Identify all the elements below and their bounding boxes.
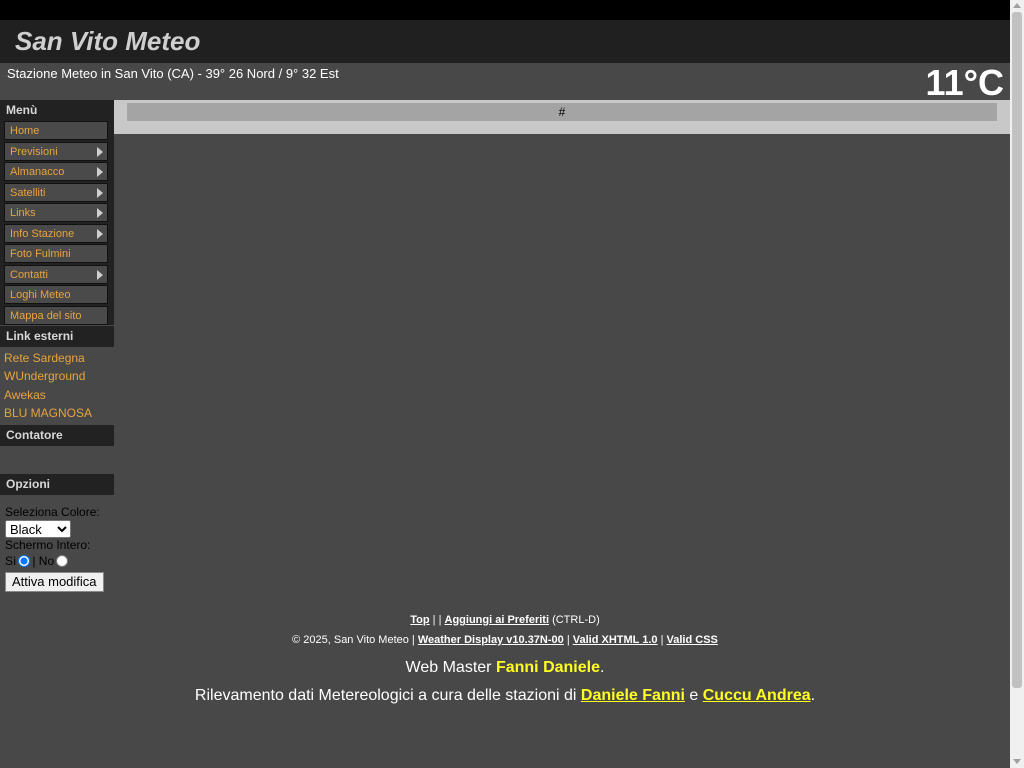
submenu-arrow-icon	[97, 187, 103, 198]
site-title: San Vito Meteo	[15, 26, 201, 56]
menu-item-contatti[interactable]: Contatti	[4, 264, 108, 284]
menu-item-home[interactable]: Home	[4, 121, 108, 140]
counter-title: Contatore	[0, 424, 114, 446]
webmaster-prefix: Web Master	[405, 659, 496, 676]
menu-item-almanacco[interactable]: Almanacco	[4, 162, 108, 181]
webmaster-name: Fanni Daniele	[495, 659, 600, 676]
yes-label: Sì	[5, 553, 17, 568]
weather-display-link[interactable]: Weather Display v10.37N-00	[418, 634, 564, 646]
color-select[interactable]: Black	[5, 519, 71, 538]
fullscreen-label: Schermo Intero:	[5, 537, 91, 552]
fullscreen-radio-row: Sì | No	[5, 552, 114, 570]
scroll-thumb[interactable]	[1012, 12, 1022, 688]
hash-bar: #	[127, 103, 997, 121]
menu-item-loghi-meteo[interactable]: Loghi Meteo	[4, 285, 108, 304]
add-favorites-link[interactable]: Aggiungi ai Preferiti	[445, 614, 550, 626]
separator: |	[657, 634, 667, 646]
scroll-down-icon[interactable]	[1013, 759, 1021, 764]
menu-item-label: Previsioni	[10, 145, 58, 158]
menu-item-label: Home	[10, 125, 40, 137]
submenu-arrow-icon	[97, 167, 103, 177]
menu-item-label: Mappa del sito	[10, 309, 82, 322]
submenu-arrow-icon	[97, 269, 103, 280]
menu-item-label: Info Stazione	[10, 227, 75, 240]
ctrl-d-hint: (CTRL-D)	[549, 614, 600, 626]
options-form: Seleziona Colore: Black Schermo Intero: …	[0, 495, 114, 592]
menu-item-label: Contatti	[10, 268, 48, 281]
external-links: Rete Sardegna WUnderground Awekas BLU MA…	[0, 347, 114, 425]
footer-stations: Rilevamento dati Metereologici a cura de…	[0, 687, 1010, 705]
menu-item-mappa-sito[interactable]: Mappa del sito	[4, 305, 108, 325]
sidebar: Menù Home Previsioni Almanacco Satelliti…	[0, 100, 114, 592]
content-panel: #	[114, 100, 1010, 134]
menu-title: Menù	[0, 100, 114, 121]
station-info: Stazione Meteo in San Vito (CA) - 39° 26…	[7, 66, 339, 81]
submenu-arrow-icon	[97, 146, 103, 157]
link-rete-sardegna[interactable]: Rete Sardegna	[4, 349, 114, 367]
options-title: Opzioni	[0, 473, 114, 495]
footer-credits: © 2025, San Vito Meteo | Weather Display…	[0, 634, 1010, 646]
separator: | |	[429, 614, 445, 626]
menu-item-info-stazione[interactable]: Info Stazione	[4, 223, 108, 243]
counter-area	[0, 446, 114, 474]
station-link-daniele-fanni[interactable]: Daniele Fanni	[581, 687, 685, 704]
and-text: e	[684, 687, 703, 704]
menu-item-label: Links	[10, 207, 36, 219]
top-link[interactable]: Top	[410, 614, 429, 626]
external-links-title: Link esterni	[0, 326, 114, 347]
menu-item-label: Loghi Meteo	[10, 289, 71, 301]
vertical-scrollbar[interactable]	[1010, 0, 1024, 768]
station-link-cuccu-andrea[interactable]: Cuccu Andrea	[703, 687, 811, 704]
fullscreen-no-radio[interactable]	[56, 555, 69, 568]
link-blu-magnosa[interactable]: BLU MAGNOSA	[4, 404, 114, 422]
menu-item-label: Almanacco	[10, 166, 65, 178]
menu-item-label: Satelliti	[10, 186, 46, 199]
rilevamento-text: Rilevamento dati Metereologici a cura de…	[194, 687, 581, 704]
current-temperature: 11°C	[925, 62, 1004, 103]
fullscreen-yes-radio[interactable]	[18, 555, 31, 568]
link-wunderground[interactable]: WUnderground	[4, 367, 114, 385]
footer-links: Top | | Aggiungi ai Preferiti (CTRL-D)	[0, 614, 1010, 626]
submenu-arrow-icon	[97, 228, 103, 239]
submenu-arrow-icon	[97, 208, 103, 218]
period: .	[599, 659, 605, 676]
footer-webmaster: Web Master Fanni Daniele.	[0, 659, 1010, 677]
period: .	[810, 687, 816, 704]
menu-item-satelliti[interactable]: Satelliti	[4, 182, 108, 202]
valid-xhtml-link[interactable]: Valid XHTML 1.0	[573, 634, 658, 646]
separator: |	[563, 634, 573, 646]
no-label: | No	[32, 553, 55, 568]
menu-item-foto-fulmini[interactable]: Foto Fulmini	[4, 244, 108, 263]
top-bar	[0, 0, 1010, 20]
menu-item-links[interactable]: Links	[4, 203, 108, 222]
scroll-up-icon[interactable]	[1013, 3, 1021, 8]
menu-item-label: Foto Fulmini	[10, 248, 71, 260]
link-awekas[interactable]: Awekas	[4, 386, 114, 404]
valid-css-link[interactable]: Valid CSS	[667, 634, 718, 646]
menu-item-previsioni[interactable]: Previsioni	[4, 141, 108, 161]
copyright: © 2025, San Vito Meteo |	[292, 634, 418, 646]
color-select-label: Seleziona Colore:	[5, 504, 100, 519]
apply-changes-button[interactable]: Attiva modifica	[5, 571, 104, 592]
main-menu: Home Previsioni Almanacco Satelliti Link…	[0, 121, 114, 325]
